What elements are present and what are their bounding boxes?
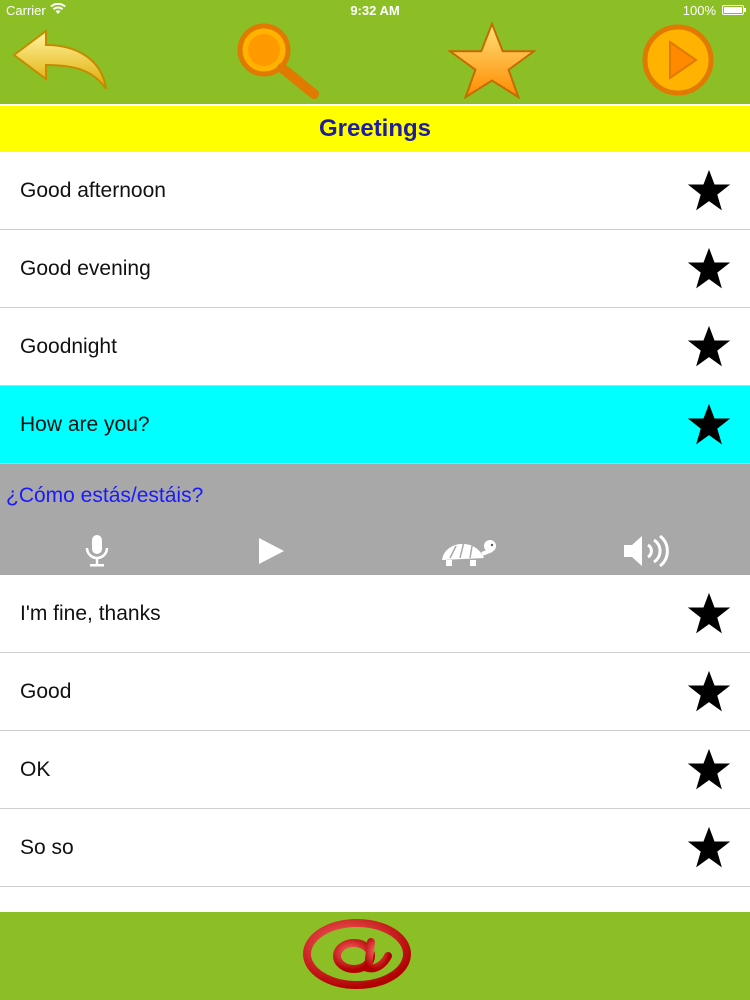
- list-item[interactable]: OK: [0, 731, 750, 809]
- translation-text: ¿Cómo estás/estáis?: [6, 484, 204, 507]
- speaker-icon[interactable]: [620, 534, 676, 568]
- clock: 9:32 AM: [350, 3, 400, 18]
- favorite-star-icon[interactable]: [686, 825, 732, 871]
- list-item[interactable]: Goodnight: [0, 308, 750, 386]
- search-button[interactable]: [218, 20, 338, 104]
- microphone-icon[interactable]: [80, 534, 114, 568]
- status-bar: Carrier 9:32 AM 100%: [0, 0, 750, 20]
- list-item[interactable]: Good: [0, 653, 750, 731]
- favorite-star-icon[interactable]: [686, 591, 732, 637]
- at-sign-icon[interactable]: [302, 918, 412, 990]
- back-button[interactable]: [0, 20, 120, 104]
- battery-percent: 100%: [682, 3, 716, 18]
- list-item[interactable]: Good evening: [0, 230, 750, 308]
- phrase-label: OK: [20, 758, 51, 781]
- phrase-label: I'm fine, thanks: [20, 602, 161, 625]
- star-icon: [443, 20, 541, 104]
- phrase-label: Good: [20, 680, 72, 703]
- favorite-star-icon[interactable]: [686, 324, 732, 370]
- phrase-label: Good afternoon: [20, 179, 166, 202]
- translation-panel: ¿Cómo estás/estáis?: [0, 464, 750, 575]
- phrase-label: Good evening: [20, 257, 151, 280]
- play-icon[interactable]: [254, 534, 288, 568]
- top-toolbar: [0, 20, 750, 104]
- category-title-bar: Greetings: [0, 104, 750, 152]
- list-item[interactable]: I'm fine, thanks: [0, 575, 750, 653]
- page-title: Greetings: [318, 115, 432, 142]
- list-item-selected[interactable]: How are you?: [0, 386, 750, 464]
- phrase-label: How are you?: [20, 413, 150, 436]
- favorite-star-icon[interactable]: [686, 402, 732, 448]
- favorite-star-icon[interactable]: [686, 246, 732, 292]
- favorites-button[interactable]: [432, 20, 552, 104]
- list-item[interactable]: Good afternoon: [0, 152, 750, 230]
- play-icon: [640, 22, 716, 103]
- play-all-button[interactable]: [618, 20, 738, 104]
- back-arrow-icon: [10, 25, 110, 100]
- favorite-star-icon[interactable]: [686, 669, 732, 715]
- phrase-list: Good afternoon Good evening Goodnight Ho…: [0, 152, 750, 887]
- battery-icon: [722, 5, 746, 15]
- bottom-toolbar: [0, 912, 750, 1000]
- phrase-label: So so: [20, 836, 74, 859]
- favorite-star-icon[interactable]: [686, 747, 732, 793]
- favorite-star-icon[interactable]: [686, 168, 732, 214]
- turtle-icon[interactable]: [434, 534, 504, 568]
- phrase-label: Goodnight: [20, 335, 117, 358]
- list-item[interactable]: So so: [0, 809, 750, 887]
- magnifier-icon: [230, 20, 326, 105]
